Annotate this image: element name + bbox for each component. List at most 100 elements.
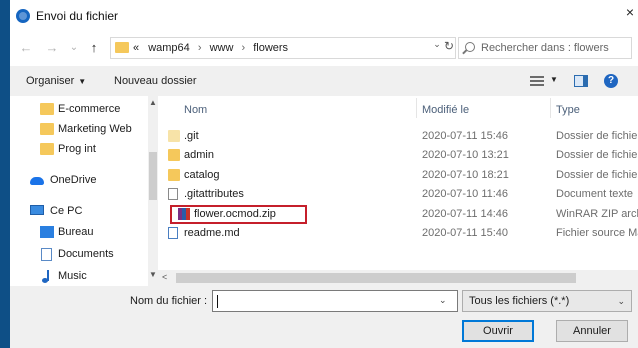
file-row[interactable]: .gitattributes 2020-07-10 11:46 Document…: [158, 185, 638, 204]
sidebar-scrollbar[interactable]: ▲ ▼: [148, 96, 158, 286]
file-modified: 2020-07-11 15:46: [422, 130, 509, 142]
caret-down-icon[interactable]: ▼: [550, 75, 558, 84]
file-name: admin: [184, 149, 214, 161]
close-icon[interactable]: ×: [622, 4, 638, 24]
folder-icon: [168, 130, 180, 142]
markdown-file-icon: [168, 227, 178, 239]
open-button[interactable]: Ouvrir: [462, 320, 534, 342]
up-arrow-icon[interactable]: ↑: [86, 40, 102, 56]
organize-menu-button[interactable]: Organiser ▼: [26, 75, 86, 87]
sidebar-item-label: OneDrive: [50, 174, 97, 186]
file-modified: 2020-07-10 13:21: [422, 149, 509, 161]
sidebar-item-e-commerce[interactable]: E-commerce: [10, 100, 148, 120]
breadcrumb-item-www[interactable]: www: [210, 42, 234, 54]
file-row[interactable]: .git 2020-07-11 15:46 Dossier de fichier…: [158, 127, 638, 146]
preview-pane-icon[interactable]: [574, 75, 588, 87]
breadcrumb-separator: ›: [241, 42, 246, 54]
documents-icon: [41, 248, 52, 261]
search-icon: [465, 42, 475, 52]
search-box[interactable]: Rechercher dans : flowers: [458, 37, 632, 59]
breadcrumb-overflow[interactable]: «: [133, 42, 139, 54]
file-row[interactable]: admin 2020-07-10 13:21 Dossier de fichie…: [158, 146, 638, 165]
address-bar[interactable]: « wamp64 › www › flowers: [110, 37, 456, 59]
horizontal-scrollbar[interactable]: <: [158, 270, 638, 286]
file-type: Document texte: [556, 188, 634, 200]
scroll-thumb[interactable]: [149, 152, 157, 200]
filename-input[interactable]: ⌄: [212, 290, 458, 312]
sidebar-item-label: Music: [58, 270, 87, 282]
column-header-name[interactable]: Nom: [184, 104, 207, 116]
file-type: Dossier de fichiers: [556, 169, 638, 181]
sidebar-item-label: Ce PC: [50, 205, 83, 217]
sidebar-item-marketing-web[interactable]: Marketing Web: [10, 120, 148, 140]
text-cursor: [217, 295, 218, 308]
new-folder-button[interactable]: Nouveau dossier: [114, 75, 197, 87]
scroll-left-icon[interactable]: <: [162, 272, 167, 282]
chevron-down-icon: ⌄: [617, 296, 625, 306]
pc-icon: [30, 205, 44, 215]
sidebar-item-documents[interactable]: Documents: [10, 245, 148, 265]
help-icon[interactable]: ?: [604, 74, 618, 88]
scroll-up-icon[interactable]: ▲: [148, 98, 158, 107]
navigation-bar: ← → ⌄ ↑ « wamp64 › www › flowers ⌄ Reche…: [10, 30, 638, 66]
refresh-icon[interactable]: ↻: [442, 39, 456, 53]
file-type: Dossier de fichiers: [556, 130, 638, 142]
file-row[interactable]: readme.md 2020-07-11 15:40 Fichier sourc…: [158, 224, 638, 243]
title-bar: Envoi du fichier ×: [10, 0, 638, 30]
folder-icon: [168, 169, 180, 181]
address-chevron-down-icon[interactable]: ⌄: [432, 39, 442, 53]
file-modified: 2020-07-11 14:46: [422, 208, 509, 220]
column-divider[interactable]: [416, 98, 417, 118]
app-globe-icon: [16, 9, 30, 23]
file-modified: 2020-07-11 15:40: [422, 227, 509, 239]
music-icon: [41, 270, 51, 284]
column-label: Nom: [184, 104, 208, 116]
browser-content: E-commerce Marketing Web Prog int OneDri…: [10, 96, 638, 286]
file-upload-dialog: Envoi du fichier × ← → ⌄ ↑ « wamp64 › ww…: [10, 0, 638, 348]
file-type: Dossier de fichiers: [556, 149, 638, 161]
view-options-icon[interactable]: [530, 76, 544, 86]
folder-icon: [168, 149, 180, 161]
file-name: .git: [184, 130, 199, 142]
breadcrumb-item-wamp64[interactable]: wamp64: [148, 42, 190, 54]
sidebar-item-onedrive[interactable]: OneDrive: [10, 171, 148, 191]
file-type-filter-value: Tous les fichiers (*.*): [469, 295, 570, 307]
file-name: .gitattributes: [184, 188, 244, 200]
file-row[interactable]: catalog 2020-07-10 18:21 Dossier de fich…: [158, 166, 638, 185]
sidebar-item-ce-pc[interactable]: Ce PC: [10, 202, 148, 222]
file-modified: 2020-07-10 11:46: [422, 188, 509, 200]
annotation-highlight-box: [170, 205, 307, 224]
file-modified: 2020-07-10 18:21: [422, 169, 509, 181]
column-header-modified[interactable]: Modifié le: [422, 104, 469, 116]
search-placeholder: Rechercher dans : flowers: [481, 42, 609, 54]
onedrive-icon: [30, 177, 44, 185]
breadcrumb: « wamp64 › www › flowers: [133, 42, 288, 54]
sidebar-item-label: Prog int: [58, 143, 96, 155]
folder-icon: [40, 123, 54, 135]
sidebar-item-music[interactable]: Music: [10, 267, 148, 286]
chevron-down-icon[interactable]: ⌄: [439, 295, 447, 306]
window-title: Envoi du fichier: [36, 9, 119, 23]
dialog-footer: Nom du fichier : ⌄ Tous les fichiers (*.…: [10, 286, 638, 348]
caret-down-icon: ▼: [78, 77, 87, 86]
sidebar-item-bureau[interactable]: Bureau: [10, 223, 148, 243]
folder-icon: [115, 42, 129, 53]
file-name: catalog: [184, 169, 220, 181]
file-type-filter-select[interactable]: Tous les fichiers (*.*) ⌄: [462, 290, 632, 312]
recent-locations-chevron-down-icon[interactable]: ⌄: [66, 40, 82, 56]
column-divider[interactable]: [550, 98, 551, 118]
back-arrow-icon[interactable]: ←: [18, 40, 34, 56]
sidebar-item-prog-int[interactable]: Prog int: [10, 140, 148, 160]
navigation-pane: E-commerce Marketing Web Prog int OneDri…: [10, 96, 158, 286]
column-header-type[interactable]: Type: [556, 104, 580, 116]
file-type: Fichier source Mar...: [556, 227, 638, 239]
breadcrumb-item-flowers[interactable]: flowers: [253, 42, 288, 54]
folder-icon: [40, 143, 54, 155]
sidebar-item-label: Documents: [58, 248, 114, 260]
sidebar-item-label: E-commerce: [58, 103, 121, 115]
forward-arrow-icon[interactable]: →: [44, 40, 60, 56]
desktop-icon: [40, 226, 54, 238]
scroll-thumb[interactable]: [176, 273, 576, 283]
cancel-button[interactable]: Annuler: [556, 320, 628, 342]
scroll-down-icon[interactable]: ▼: [148, 270, 158, 279]
